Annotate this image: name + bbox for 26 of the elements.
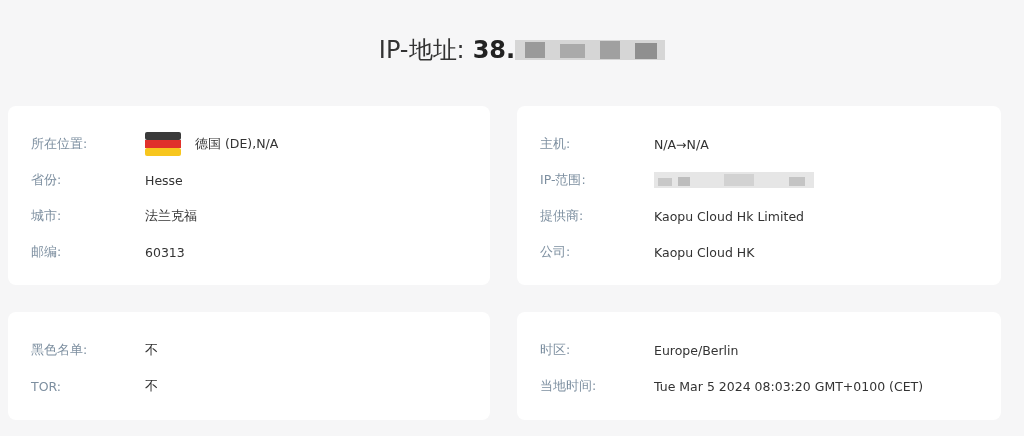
field-value: Hesse bbox=[145, 172, 183, 188]
field-label: 当地时间: bbox=[540, 377, 598, 395]
field-label: 主机: bbox=[540, 135, 572, 153]
page-title: IP-地址: bbox=[378, 35, 465, 66]
field-label: 城市: bbox=[31, 207, 63, 225]
ip-address: 38. bbox=[472, 36, 516, 64]
field-value: Tue Mar 5 2024 08:03:20 GMT+0100 (CET) bbox=[654, 378, 924, 394]
field-value: Kaopu Cloud Hk Limited bbox=[654, 208, 805, 224]
field-value: N/A→N/A bbox=[654, 136, 709, 152]
field-value: 德国 (DE),N/A bbox=[195, 135, 279, 153]
field-label: 省份: bbox=[31, 171, 63, 189]
field-value: 60313 bbox=[145, 244, 185, 260]
field-value: 不 bbox=[145, 377, 158, 395]
flag-icon bbox=[145, 132, 181, 156]
field-value: Europe/Berlin bbox=[654, 342, 739, 358]
field-value: Kaopu Cloud HK bbox=[654, 244, 755, 260]
field-label: IP-范围: bbox=[540, 171, 587, 189]
field-label: 时区: bbox=[540, 341, 572, 359]
field-label: TOR: bbox=[31, 378, 62, 394]
field-label: 所在位置: bbox=[31, 135, 89, 153]
field-value: 法兰克福 bbox=[145, 207, 197, 225]
field-label: 黑色名单: bbox=[31, 341, 89, 359]
field-label: 邮编: bbox=[31, 243, 63, 261]
field-label: 公司: bbox=[540, 243, 572, 261]
field-value: 不 bbox=[145, 341, 158, 359]
field-label: 提供商: bbox=[540, 207, 585, 225]
